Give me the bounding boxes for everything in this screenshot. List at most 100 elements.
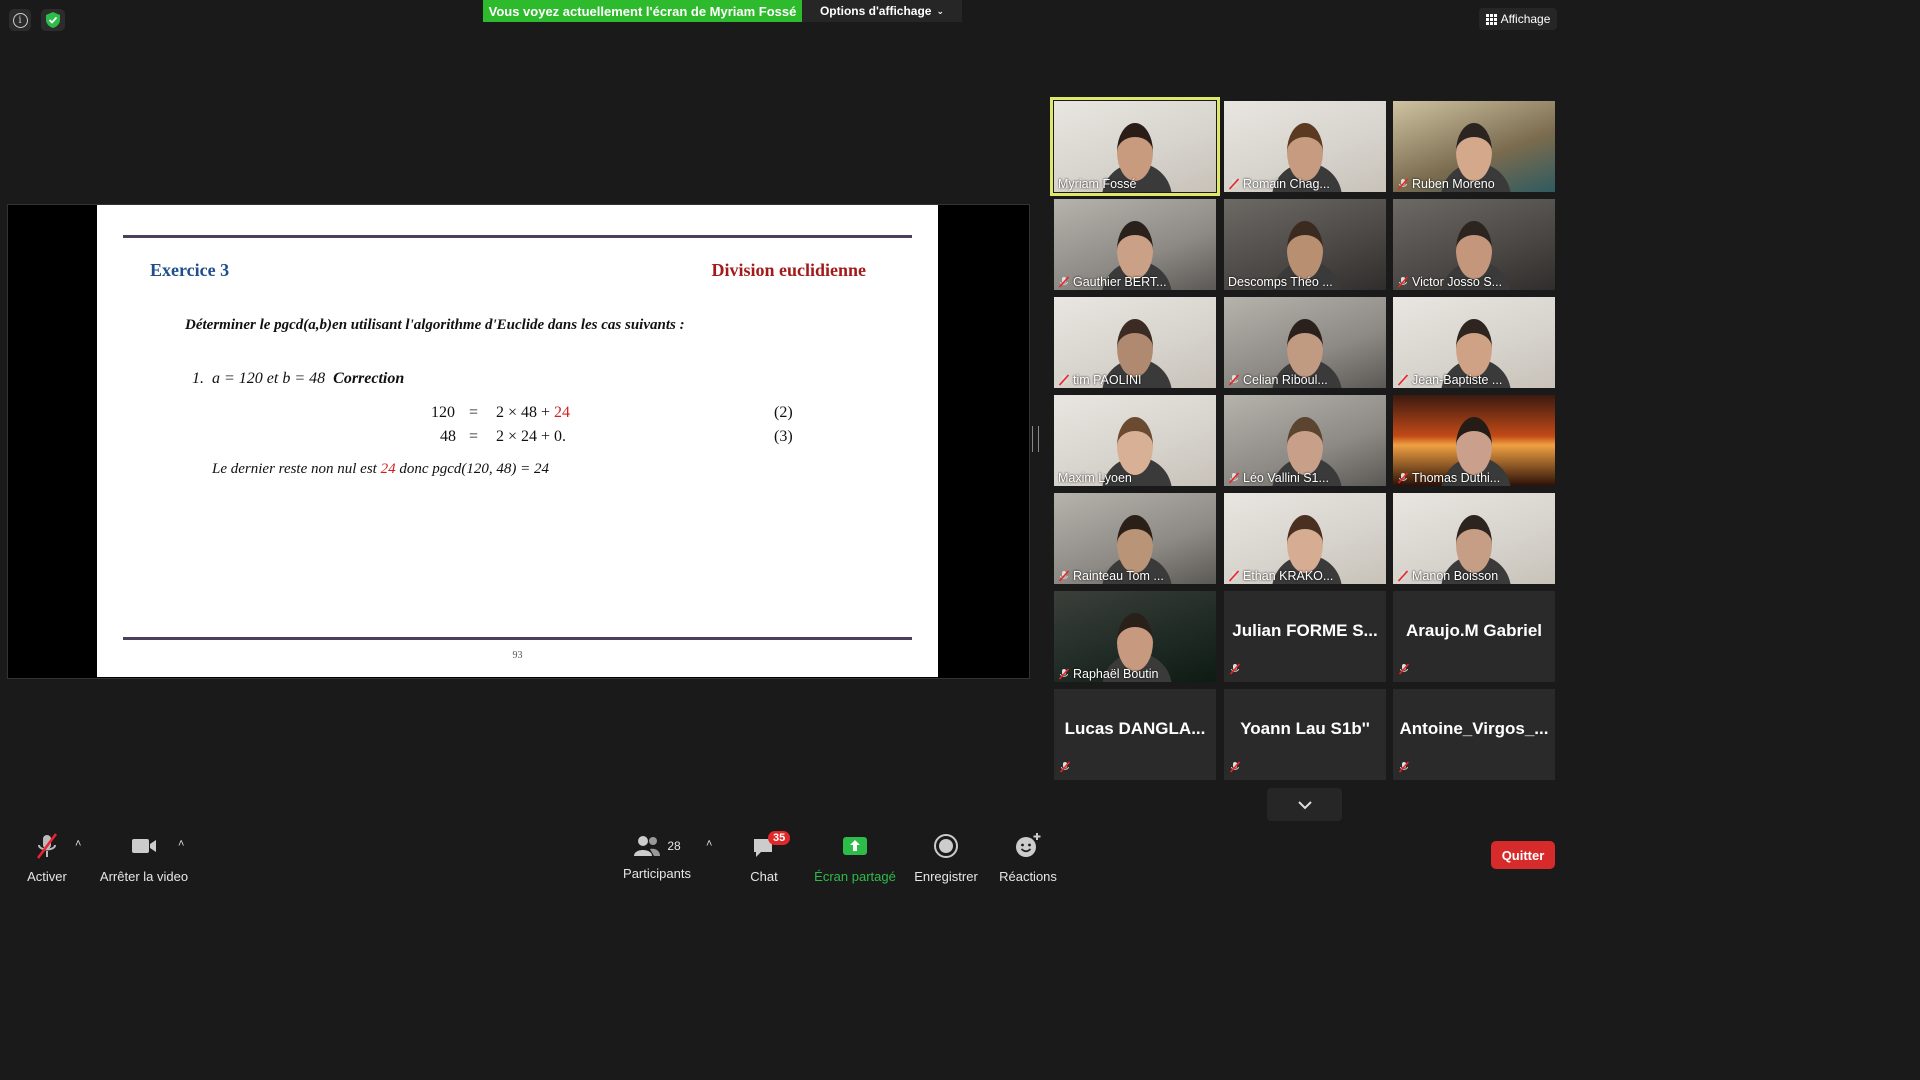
record-label: Enregistrer: [914, 869, 978, 884]
participant-tile[interactable]: Antoine_Virgos_...: [1393, 689, 1555, 780]
mic-button[interactable]: Activer: [22, 832, 72, 884]
video-camera-icon: [132, 839, 156, 853]
participant-face: [1456, 515, 1492, 573]
share-screen-button[interactable]: Écran partagé: [812, 832, 898, 884]
participant-face: [1287, 221, 1323, 279]
equation-2-lhs: 48: [440, 428, 456, 445]
muted-indicator: [1229, 760, 1241, 778]
participant-name: Yoann Lau S1b'': [1240, 719, 1370, 738]
gallery-scroll-down-button[interactable]: [1267, 788, 1342, 821]
meeting-info-icon[interactable]: i: [9, 9, 31, 31]
participant-face: [1287, 515, 1323, 573]
participants-count: 28: [667, 839, 681, 853]
correction-label: Correction: [333, 370, 405, 387]
participant-name-text: Thomas Duthi...: [1412, 471, 1501, 485]
security-shield-icon[interactable]: [41, 9, 65, 31]
participant-name: Ruben Moreno: [1397, 177, 1495, 191]
chevron-down-icon: [1297, 800, 1312, 809]
participant-face: [1117, 515, 1153, 573]
view-options-label: Options d'affichage: [819, 4, 932, 18]
participants-options-caret-icon[interactable]: ˄: [706, 838, 712, 850]
participant-tile[interactable]: Maxim Lyoen: [1054, 395, 1216, 486]
participants-button[interactable]: 28 Participants: [620, 832, 694, 881]
video-label: Arrêter la video: [99, 869, 189, 884]
participant-tile[interactable]: Lucas DANGLA...: [1054, 689, 1216, 780]
equation-1-rhs: 2 × 48 + 24: [496, 404, 570, 422]
share-screen-icon: [843, 837, 867, 855]
equation-1-rhs-text: 2 × 48 +: [496, 404, 555, 421]
participant-name-text: Jean-Baptiste ...: [1412, 373, 1503, 387]
participant-name: Lucas DANGLA...: [1064, 719, 1206, 738]
participant-tile[interactable]: Celian Riboul...: [1224, 297, 1386, 388]
participant-name-text: Descomps Théo ...: [1228, 275, 1333, 289]
mic-label: Activer: [27, 869, 67, 884]
reactions-button[interactable]: Réactions: [998, 832, 1058, 884]
smiley-plus-icon: [1016, 833, 1041, 857]
mic-muted-icon: [1058, 668, 1070, 680]
equation-1-equals: =: [469, 404, 479, 421]
exercise-topic: Division euclidienne: [711, 260, 866, 280]
muted-indicator: [1398, 760, 1410, 778]
participant-name: Thomas Duthi...: [1397, 471, 1500, 485]
muted-indicator: [1059, 760, 1071, 778]
participant-name-text: Léo Vallini S1...: [1243, 471, 1329, 485]
participant-tile[interactable]: tim PAOLINI: [1054, 297, 1216, 388]
participant-name: tim PAOLINI: [1058, 373, 1142, 387]
participant-tile-active-speaker[interactable]: Myriam Fossé: [1050, 97, 1220, 196]
participant-face: [1456, 221, 1492, 279]
participant-name-text: Rainteau Tom ...: [1073, 569, 1164, 583]
record-button[interactable]: Enregistrer: [912, 832, 980, 884]
participant-face: [1456, 319, 1492, 377]
participant-tile[interactable]: Ruben Moreno: [1393, 101, 1555, 192]
participant-face: [1117, 221, 1153, 279]
participant-name-text: Romain Chag...: [1243, 177, 1330, 191]
participant-tile[interactable]: Manon Boisson: [1393, 493, 1555, 584]
share-screen-label: Écran partagé: [814, 869, 896, 884]
exercise-title: Exercice 3: [150, 260, 230, 280]
mic-muted-icon: [1058, 570, 1070, 582]
participant-tile[interactable]: Victor Josso S...: [1393, 199, 1555, 290]
reactions-label: Réactions: [999, 869, 1057, 884]
participant-name: Araujo.M Gabriel: [1405, 621, 1543, 640]
equation-2-rhs: 2 × 24 + 0.: [496, 428, 567, 445]
participant-name: Jean-Baptiste ...: [1397, 373, 1502, 387]
info-glyph: i: [12, 12, 28, 28]
participant-tile[interactable]: Jean-Baptiste ...: [1393, 297, 1555, 388]
page-number: 93: [512, 650, 523, 661]
slide-top-rule: [123, 235, 912, 238]
panel-resize-handle[interactable]: [1032, 426, 1039, 452]
participant-tile[interactable]: Rainteau Tom ...: [1054, 493, 1216, 584]
participant-tile[interactable]: Descomps Théo ...: [1224, 199, 1386, 290]
participant-name: Celian Riboul...: [1228, 373, 1328, 387]
participant-tile[interactable]: Gauthier BERT...: [1054, 199, 1216, 290]
participant-tile[interactable]: Thomas Duthi...: [1393, 395, 1555, 486]
conclusion: Le dernier reste non nul est 24 donc pgc…: [212, 461, 549, 478]
video-button[interactable]: Arrêter la video: [98, 832, 190, 884]
participant-tile[interactable]: Araujo.M Gabriel: [1393, 591, 1555, 682]
participant-name: Maxim Lyoen: [1058, 471, 1132, 485]
participant-face: [1287, 417, 1323, 475]
mic-muted-icon: [1058, 276, 1070, 288]
participant-name: Descomps Théo ...: [1228, 275, 1333, 289]
participant-name-text: Raphaël Boutin: [1073, 667, 1159, 681]
participant-tile[interactable]: Ethan KRAKO...: [1224, 493, 1386, 584]
quit-meeting-button[interactable]: Quitter: [1491, 841, 1555, 869]
mic-options-caret-icon[interactable]: ˄: [75, 838, 81, 850]
mic-muted-icon: [1059, 761, 1071, 773]
video-options-caret-icon[interactable]: ˄: [178, 838, 184, 850]
view-options-button[interactable]: Options d'affichage ⌄: [802, 0, 962, 22]
view-layout-button[interactable]: Affichage: [1479, 8, 1557, 30]
participant-tile[interactable]: Yoann Lau S1b'': [1224, 689, 1386, 780]
participants-icon: [634, 836, 661, 856]
conclusion-rest: 24: [380, 461, 396, 477]
mic-muted-icon: [1397, 472, 1409, 484]
mic-muted-icon: [1228, 178, 1240, 190]
equation-1-tag: (2): [774, 404, 793, 421]
participant-name: Victor Josso S...: [1397, 275, 1502, 289]
participant-tile[interactable]: Romain Chag...: [1224, 101, 1386, 192]
participant-tile[interactable]: Léo Vallini S1...: [1224, 395, 1386, 486]
participant-tile[interactable]: Raphaël Boutin: [1054, 591, 1216, 682]
participant-tile[interactable]: Julian FORME S...: [1224, 591, 1386, 682]
participant-name: Rainteau Tom ...: [1058, 569, 1164, 583]
conclusion-text-a: Le dernier reste non nul est: [212, 461, 381, 477]
